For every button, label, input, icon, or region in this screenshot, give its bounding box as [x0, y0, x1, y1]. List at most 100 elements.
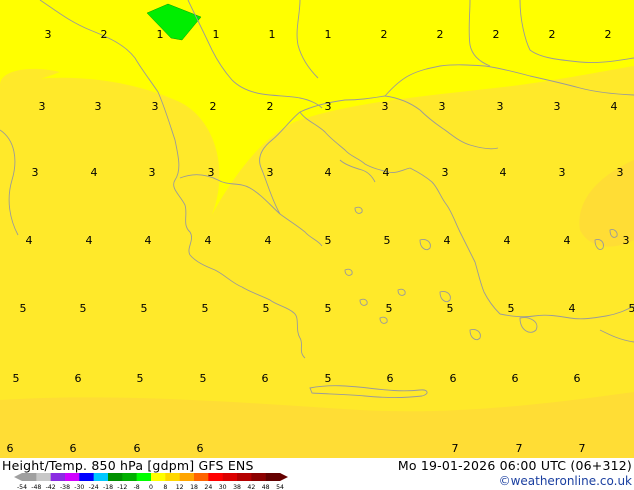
temp-value-label: 2 [605, 28, 612, 41]
weather-map-view: 3211112222233322333334343334434334444455… [0, 0, 634, 490]
temp-value-label: 4 [265, 234, 272, 247]
colorbar-segment [65, 473, 80, 481]
temp-value-label: 5 [629, 302, 634, 315]
temp-value-label: 3 [32, 166, 39, 179]
temp-value-label: 1 [325, 28, 332, 41]
temp-value-label: 1 [157, 28, 164, 41]
colorbar-tick-label: 42 [247, 484, 255, 490]
temp-value-label: 5 [263, 302, 270, 315]
colorbar-segment [179, 473, 195, 481]
temp-value-label: 5 [20, 302, 27, 315]
temp-value-label: 3 [39, 100, 46, 113]
colorbar-segment [22, 473, 37, 481]
colorbar-segment [194, 473, 209, 481]
colorbar-low-arrow [14, 473, 22, 481]
temp-value-label: 3 [325, 100, 332, 113]
temp-value-label: 2 [437, 28, 444, 41]
colorbar-segment [50, 473, 66, 481]
temp-value-label: 2 [549, 28, 556, 41]
temp-value-label: 3 [559, 166, 566, 179]
colorbar-segment [93, 473, 109, 481]
colorbar-segment [79, 473, 94, 481]
temp-value-label: 3 [149, 166, 156, 179]
temp-value-label: 4 [569, 302, 576, 315]
temp-value-label: 3 [442, 166, 449, 179]
temp-value-label: 7 [516, 442, 523, 455]
colorbar-legend: -54 -48 -42 -38 -30 -24 -18 -12 -8 0 8 12 18 24 30 38 42… [14, 473, 288, 490]
temp-value-label: 6 [134, 442, 141, 455]
temp-value-label: 2 [267, 100, 274, 113]
temp-value-label: 4 [504, 234, 511, 247]
colorbar-tick-label: -38 [60, 484, 70, 490]
colorbar-tick-label: 24 [204, 484, 212, 490]
temp-value-label: 5 [447, 302, 454, 315]
temp-value-label: 1 [213, 28, 220, 41]
temp-value-label: 4 [205, 234, 212, 247]
temp-value-label: 5 [386, 302, 393, 315]
temp-value-label: 6 [387, 372, 394, 385]
temp-value-label: 5 [325, 372, 332, 385]
colorbar-tick-label: -30 [74, 484, 84, 490]
temp-value-label: 6 [75, 372, 82, 385]
temp-value-label: 4 [145, 234, 152, 247]
colorbar-tick-label: 48 [262, 484, 270, 490]
temp-value-label: 4 [564, 234, 571, 247]
colorbar-segment [108, 473, 123, 481]
colorbar-tick-label: -8 [134, 484, 140, 490]
temp-value-label: 5 [141, 302, 148, 315]
colorbar-tick-label: 12 [176, 484, 184, 490]
temp-value-label: 5 [13, 372, 20, 385]
temp-value-label: 6 [7, 442, 14, 455]
temp-value-label: 3 [267, 166, 274, 179]
temp-value-label: 7 [452, 442, 459, 455]
temp-value-label: 6 [574, 372, 581, 385]
temp-value-label: 6 [197, 442, 204, 455]
temp-value-label: 3 [623, 234, 630, 247]
temp-value-label: 4 [444, 234, 451, 247]
temp-value-label: 5 [202, 302, 209, 315]
colorbar-tick-label: -18 [103, 484, 113, 490]
colorbar-tick-label: 18 [190, 484, 198, 490]
credit-link[interactable]: ©weatheronline.co.uk [499, 474, 632, 488]
colorbar-segment [237, 473, 252, 481]
temp-value-label: 4 [325, 166, 332, 179]
colorbar-tick-label: 0 [149, 484, 153, 490]
colorbar-tick-label: -48 [31, 484, 41, 490]
temp-value-label: 5 [137, 372, 144, 385]
colorbar-segment [165, 473, 180, 481]
temp-value-label: 3 [554, 100, 561, 113]
temp-value-label: 3 [617, 166, 624, 179]
colorbar-segment [222, 473, 238, 481]
temp-value-label: 5 [80, 302, 87, 315]
temp-value-label: 6 [450, 372, 457, 385]
temp-value-label: 2 [101, 28, 108, 41]
temp-value-label: 3 [439, 100, 446, 113]
temp-value-label: 5 [325, 302, 332, 315]
temp-value-label: 6 [70, 442, 77, 455]
temp-value-label: 5 [325, 234, 332, 247]
colorbar-segment [251, 473, 266, 481]
temp-value-label: 4 [383, 166, 390, 179]
colorbar-tick-label: -42 [46, 484, 56, 490]
temp-value-label: 7 [579, 442, 586, 455]
colorbar-segment [122, 473, 137, 481]
temp-value-label: 4 [500, 166, 507, 179]
colorbar-segment [208, 473, 223, 481]
temp-value-label: 3 [208, 166, 215, 179]
temp-value-label: 3 [45, 28, 52, 41]
temp-value-label: 4 [26, 234, 33, 247]
colorbar-tick-label: 54 [276, 484, 284, 490]
temp-value-label: 6 [262, 372, 269, 385]
temp-value-label: 3 [95, 100, 102, 113]
valid-time: Mo 19-01-2026 06:00 UTC (06+312) [397, 458, 632, 473]
colorbar-high-arrow [280, 473, 288, 481]
colorbar-tick-label: -12 [117, 484, 127, 490]
map-title: Height/Temp. 850 hPa [gdpm] GFS ENS [2, 458, 254, 473]
colorbar-segment [151, 473, 166, 481]
temp-value-label: 5 [200, 372, 207, 385]
temp-value-label: 3 [382, 100, 389, 113]
colorbar-tick-label: -54 [17, 484, 27, 490]
colorbar-segment [265, 473, 281, 481]
temp-value-label: 3 [152, 100, 159, 113]
temp-value-label: 5 [508, 302, 515, 315]
